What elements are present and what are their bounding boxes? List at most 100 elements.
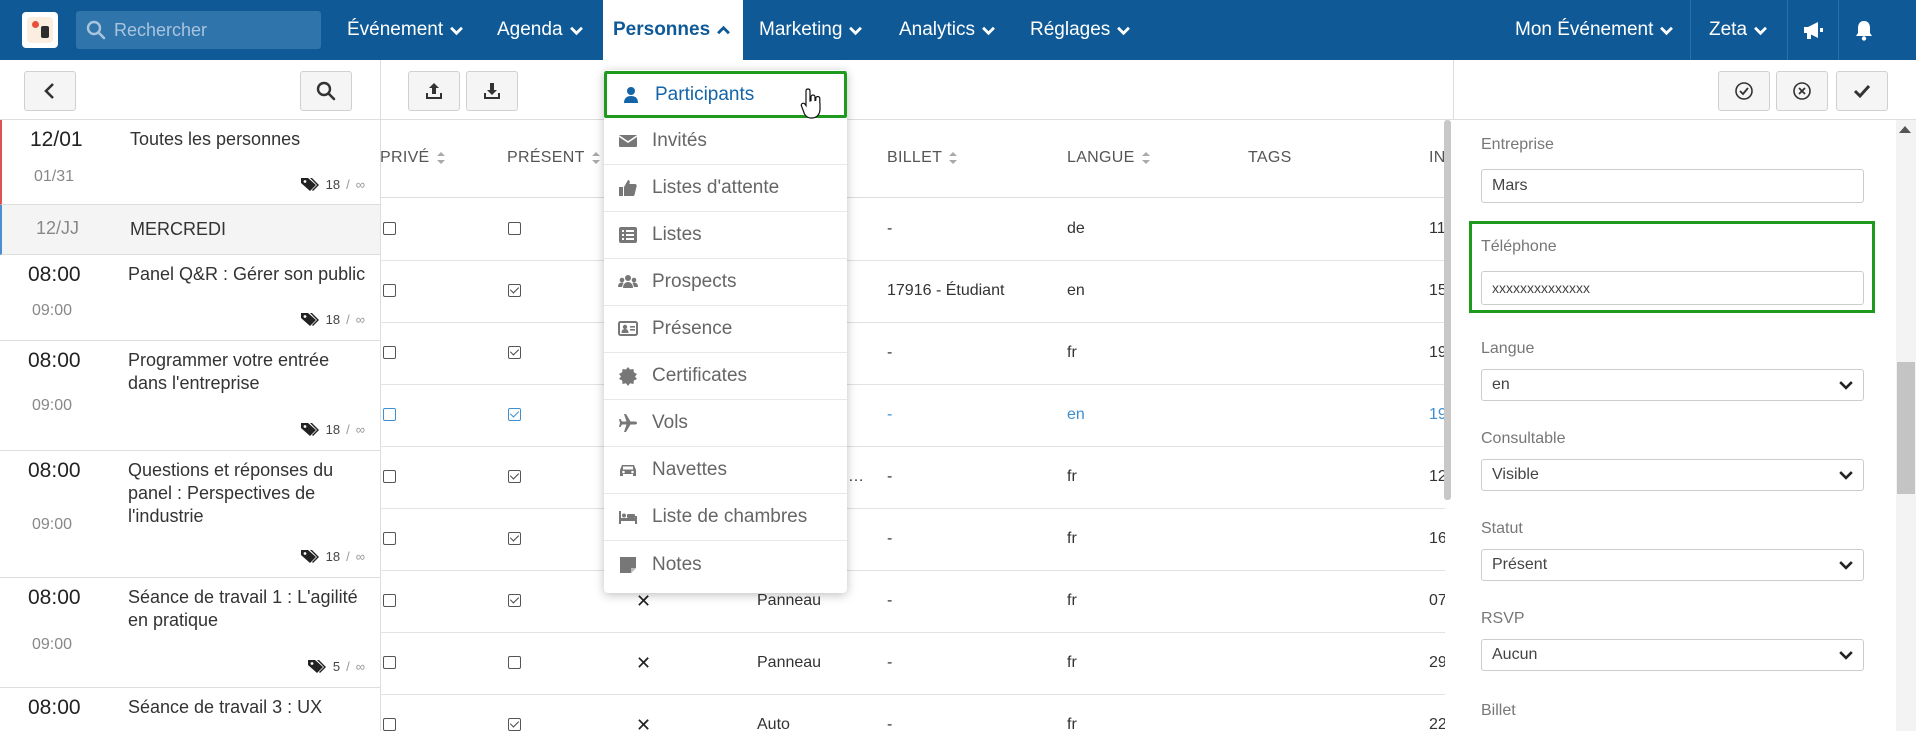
menu-item-invites[interactable]: Invités (604, 118, 847, 165)
search-box[interactable] (76, 11, 321, 49)
session-item[interactable]: 08:00 09:00 Panel Q&R : Gérer son public… (0, 255, 380, 341)
col-langue[interactable]: LANGUE (1067, 149, 1151, 167)
nav-marketing[interactable]: Marketing (749, 0, 872, 60)
present-checkbox[interactable] (508, 346, 521, 359)
table-row[interactable]: 17916 - Étudiant en 15/ (380, 261, 1445, 323)
prive-checkbox[interactable] (383, 222, 396, 235)
session-title: Séance de travail 1 : L'agilité en prati… (128, 587, 358, 630)
present-checkbox[interactable] (508, 408, 521, 421)
menu-item-notes[interactable]: Notes (604, 541, 847, 588)
nav-analytics[interactable]: Analytics (889, 0, 1005, 60)
sessions-list: 12/01 01/31 Toutes les personnes 18 / ∞ 12… (0, 120, 380, 731)
present-checkbox[interactable] (508, 284, 521, 297)
nav-evenement[interactable]: Événement (337, 0, 473, 60)
scroll-up-icon[interactable] (1899, 126, 1911, 133)
session-item[interactable]: 08:00 09:00 Questions et réponses du pan… (0, 451, 380, 578)
prive-checkbox[interactable] (383, 284, 396, 297)
download-button[interactable] (466, 71, 518, 111)
form-scrollbar-thumb[interactable] (1897, 362, 1915, 494)
menu-item-shuttles[interactable]: Navettes (604, 447, 847, 494)
menu-item-waiting-lists[interactable]: Listes d'attente (604, 165, 847, 212)
menu-item-presence[interactable]: Présence (604, 306, 847, 353)
check-icon (1853, 84, 1871, 99)
session-end: 09:00 (32, 302, 73, 319)
session-item[interactable]: 08:00 09:00 Séance de travail 1 : L'agil… (0, 578, 380, 688)
capacity-max: ∞ (355, 658, 365, 674)
prive-checkbox[interactable] (383, 408, 396, 421)
menu-item-label: Invités (652, 130, 707, 151)
rsvp-value: Aucun (1492, 646, 1538, 663)
save-button[interactable] (1836, 71, 1888, 111)
cell-type: Panneau (757, 592, 822, 609)
cell-date: 12/ (1429, 468, 1445, 485)
session-all-people[interactable]: 12/01 01/31 Toutes les personnes 18 / ∞ (0, 120, 380, 205)
prive-checkbox[interactable] (383, 718, 396, 731)
menu-item-lists[interactable]: Listes (604, 212, 847, 259)
col-prive[interactable]: PRIVÉ (380, 149, 446, 167)
session-start: 08:00 (28, 263, 81, 286)
session-title: Panel Q&R : Gérer son public (128, 264, 366, 284)
present-checkbox[interactable] (508, 532, 521, 545)
session-search-button[interactable] (300, 71, 352, 111)
upload-button[interactable] (408, 71, 460, 111)
menu-item-flights[interactable]: Vols (604, 400, 847, 447)
search-input[interactable] (114, 19, 314, 41)
col-ins[interactable]: INS (1429, 149, 1445, 167)
session-item[interactable]: 08:00 09:00 Programmer votre entrée dans… (0, 341, 380, 451)
app-logo[interactable] (22, 12, 58, 48)
session-start: 12/01 (30, 128, 83, 151)
prive-checkbox[interactable] (383, 656, 396, 669)
notifications-button[interactable] (1839, 0, 1889, 60)
table-row[interactable]: ✕ Panneau - fr 29/ (380, 633, 1445, 695)
present-checkbox[interactable] (508, 718, 521, 731)
col-ins-label: INS (1429, 149, 1445, 166)
chevron-down-icon (849, 26, 863, 35)
announcements-button[interactable] (1788, 0, 1838, 60)
menu-item-prospects[interactable]: Prospects (604, 259, 847, 306)
session-item[interactable]: 08:00 Séance de travail 3 : UX (0, 688, 380, 731)
table-row[interactable]: - en 19/ (380, 385, 1445, 447)
telephone-field[interactable]: xxxxxxxxxxxxxx (1481, 271, 1864, 305)
present-checkbox[interactable] (508, 470, 521, 483)
prive-checkbox[interactable] (383, 470, 396, 483)
statut-select[interactable]: Présent (1481, 549, 1864, 581)
langue-select[interactable]: en (1481, 369, 1864, 401)
table-scrollbar[interactable] (1444, 120, 1451, 500)
table-row[interactable]: ✕ Auto - fr 22/ (380, 695, 1445, 731)
user-menu[interactable]: Zeta (1699, 0, 1777, 60)
entreprise-field[interactable]: Mars (1481, 169, 1864, 203)
col-billet[interactable]: BILLET (887, 149, 958, 167)
bell-icon (1856, 20, 1872, 41)
menu-item-certificates[interactable]: Certificates (604, 353, 847, 400)
table-row[interactable]: - de 11/ (380, 199, 1445, 261)
table-row[interactable]: ✕ Panneau - fr 07/ (380, 571, 1445, 633)
menu-item-rooming-list[interactable]: Liste de chambres (604, 494, 847, 541)
event-selector[interactable]: Mon Événement (1505, 0, 1683, 60)
back-button[interactable] (24, 71, 76, 111)
prive-checkbox[interactable] (383, 346, 396, 359)
session-day-header[interactable]: 12/JJ MERCREDI (0, 205, 380, 255)
consultable-select[interactable]: Visible (1481, 459, 1864, 491)
nav-reglages[interactable]: Réglages (1020, 0, 1140, 60)
cell-date: 15/ (1429, 282, 1445, 299)
consultable-value: Visible (1492, 466, 1539, 483)
cancel-button[interactable] (1776, 71, 1828, 111)
present-checkbox[interactable] (508, 594, 521, 607)
col-present[interactable]: PRÉSENT (507, 149, 601, 167)
rsvp-select[interactable]: Aucun (1481, 639, 1864, 671)
session-start: 08:00 (28, 696, 81, 719)
table-row[interactable]: … - fr 12/ (380, 447, 1445, 509)
capacity-count: 18 (325, 548, 341, 564)
event-selector-label: Mon Événement (1515, 19, 1654, 40)
table-row[interactable]: - fr 19/ (380, 323, 1445, 385)
nav-personnes[interactable]: Personnes (603, 0, 743, 60)
validate-button[interactable] (1718, 71, 1770, 111)
present-checkbox[interactable] (508, 222, 521, 235)
cell-date: 29/ (1429, 654, 1445, 671)
table-row[interactable]: - fr 16/ (380, 509, 1445, 571)
prive-checkbox[interactable] (383, 594, 396, 607)
prive-checkbox[interactable] (383, 532, 396, 545)
nav-agenda[interactable]: Agenda (487, 0, 593, 60)
chevron-down-icon (1839, 561, 1853, 570)
present-checkbox[interactable] (508, 656, 521, 669)
